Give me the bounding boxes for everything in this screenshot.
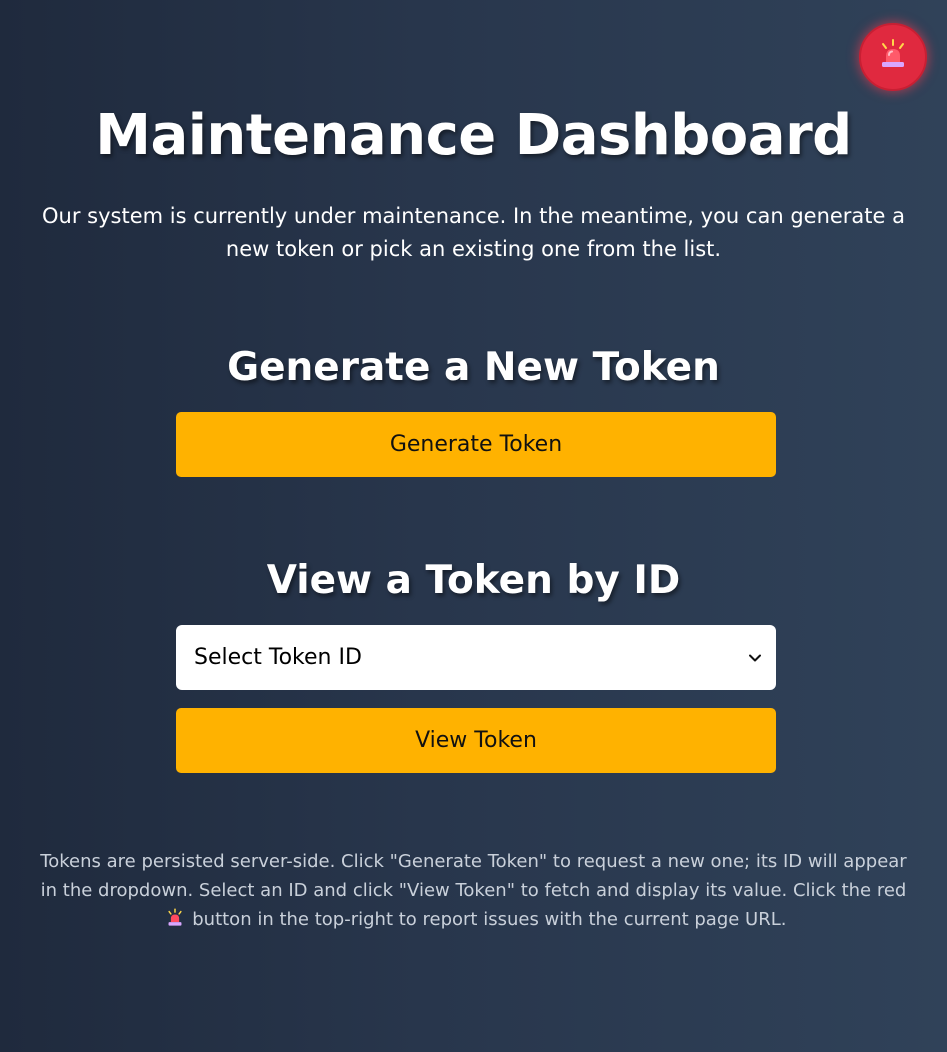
generate-token-button[interactable]: Generate Token bbox=[176, 412, 776, 477]
generate-section-heading: Generate a New Token bbox=[227, 345, 720, 390]
view-section-heading: View a Token by ID bbox=[266, 558, 681, 603]
footnote-text-start: Tokens are persisted server-side. Click … bbox=[40, 851, 907, 901]
report-issue-button[interactable] bbox=[859, 23, 927, 91]
siren-icon bbox=[165, 908, 185, 937]
token-id-select[interactable]: Select Token ID bbox=[176, 625, 776, 690]
footnote-text-end: button in the top-right to report issues… bbox=[192, 909, 787, 930]
siren-icon bbox=[876, 38, 910, 76]
view-token-button[interactable]: View Token bbox=[176, 708, 776, 773]
token-id-select-value: Select Token ID bbox=[194, 645, 362, 670]
page-title: Maintenance Dashboard bbox=[95, 103, 852, 168]
intro-text: Our system is currently under maintenanc… bbox=[42, 204, 905, 261]
chevron-down-icon bbox=[748, 651, 762, 665]
footnote: Tokens are persisted server-side. Click … bbox=[30, 847, 917, 937]
